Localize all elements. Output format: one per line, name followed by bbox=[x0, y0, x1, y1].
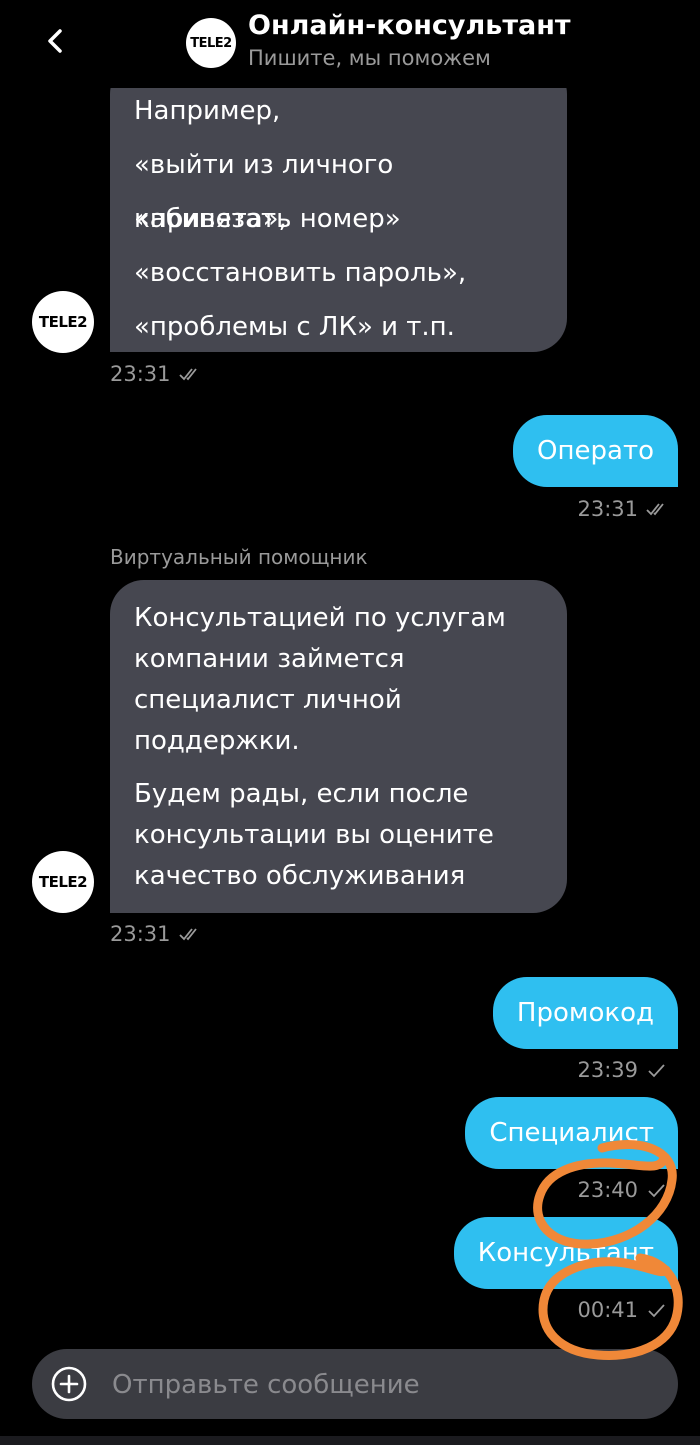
chat-subtitle: Пишите, мы поможем bbox=[248, 46, 491, 70]
message-line: компании займется bbox=[134, 644, 405, 674]
message-line: «привязать номер» bbox=[134, 204, 401, 234]
tele2-logo: TELE2 bbox=[186, 18, 236, 68]
check-icon bbox=[648, 1184, 665, 1198]
sender-name: Виртуальный помощник bbox=[110, 545, 368, 569]
check-icon bbox=[648, 1064, 665, 1078]
check-icon bbox=[648, 1304, 665, 1318]
message-timestamp: 23:39 bbox=[577, 1058, 668, 1082]
bot-avatar: TELE2 bbox=[32, 851, 94, 913]
timestamp-text: 23:39 bbox=[577, 1058, 638, 1082]
outgoing-message-bubble: Промокод bbox=[492, 977, 678, 1049]
message-text: Операто bbox=[537, 436, 654, 466]
message-line: поддержки. bbox=[134, 726, 300, 756]
message-composer bbox=[32, 1349, 678, 1421]
message-line: «проблемы с ЛК» и т.п. bbox=[134, 312, 455, 342]
chat-title: Онлайн-консультант bbox=[248, 10, 571, 41]
chat-header: TELE2 Онлайн-консультант Пишите, мы помо… bbox=[0, 0, 700, 88]
outgoing-message-bubble: Операто bbox=[513, 415, 678, 487]
message-line: «выйти из личного кабинета», bbox=[134, 150, 394, 234]
message-line: «восстановить пароль», bbox=[134, 258, 467, 288]
timestamp-text: 23:31 bbox=[577, 497, 638, 521]
bot-avatar: TELE2 bbox=[32, 291, 94, 353]
back-arrow-icon[interactable] bbox=[38, 24, 72, 58]
message-line: консультации вы оцените bbox=[134, 820, 494, 850]
double-check-icon bbox=[178, 928, 197, 941]
timestamp-text: 23:40 bbox=[577, 1178, 638, 1202]
double-check-icon bbox=[178, 368, 197, 381]
message-input[interactable] bbox=[110, 1349, 654, 1421]
message-line: Консультацией по услугам bbox=[134, 603, 506, 633]
message-line: качество обслуживания bbox=[134, 861, 466, 891]
incoming-message-bubble: Например, «выйти из личного кабинета», «… bbox=[110, 60, 567, 352]
navigation-bar bbox=[0, 1436, 700, 1445]
add-attachment-icon[interactable] bbox=[50, 1365, 88, 1403]
message-timestamp: 00:41 bbox=[577, 1298, 668, 1322]
message-line: Например, bbox=[134, 96, 281, 126]
timestamp-text: 23:31 bbox=[110, 922, 171, 946]
outgoing-message-bubble: Специалист bbox=[465, 1097, 678, 1169]
message-text: Консультант bbox=[477, 1238, 654, 1268]
message-timestamp: 23:31 bbox=[110, 362, 201, 386]
message-text: Промокод bbox=[516, 998, 654, 1028]
message-line: специалист личной bbox=[134, 685, 402, 715]
message-timestamp: 23:40 bbox=[577, 1178, 668, 1202]
message-line: Будем рады, если после bbox=[134, 779, 469, 809]
timestamp-text: 23:31 bbox=[110, 362, 171, 386]
outgoing-message-bubble: Консультант bbox=[453, 1217, 678, 1289]
message-text: Специалист bbox=[489, 1118, 654, 1148]
double-check-icon bbox=[646, 503, 664, 516]
message-timestamp: 23:31 bbox=[110, 922, 201, 946]
timestamp-text: 00:41 bbox=[577, 1298, 638, 1322]
incoming-message-bubble: Консультацией по услугам компании займет… bbox=[110, 580, 567, 913]
message-timestamp: 23:31 bbox=[577, 497, 668, 521]
